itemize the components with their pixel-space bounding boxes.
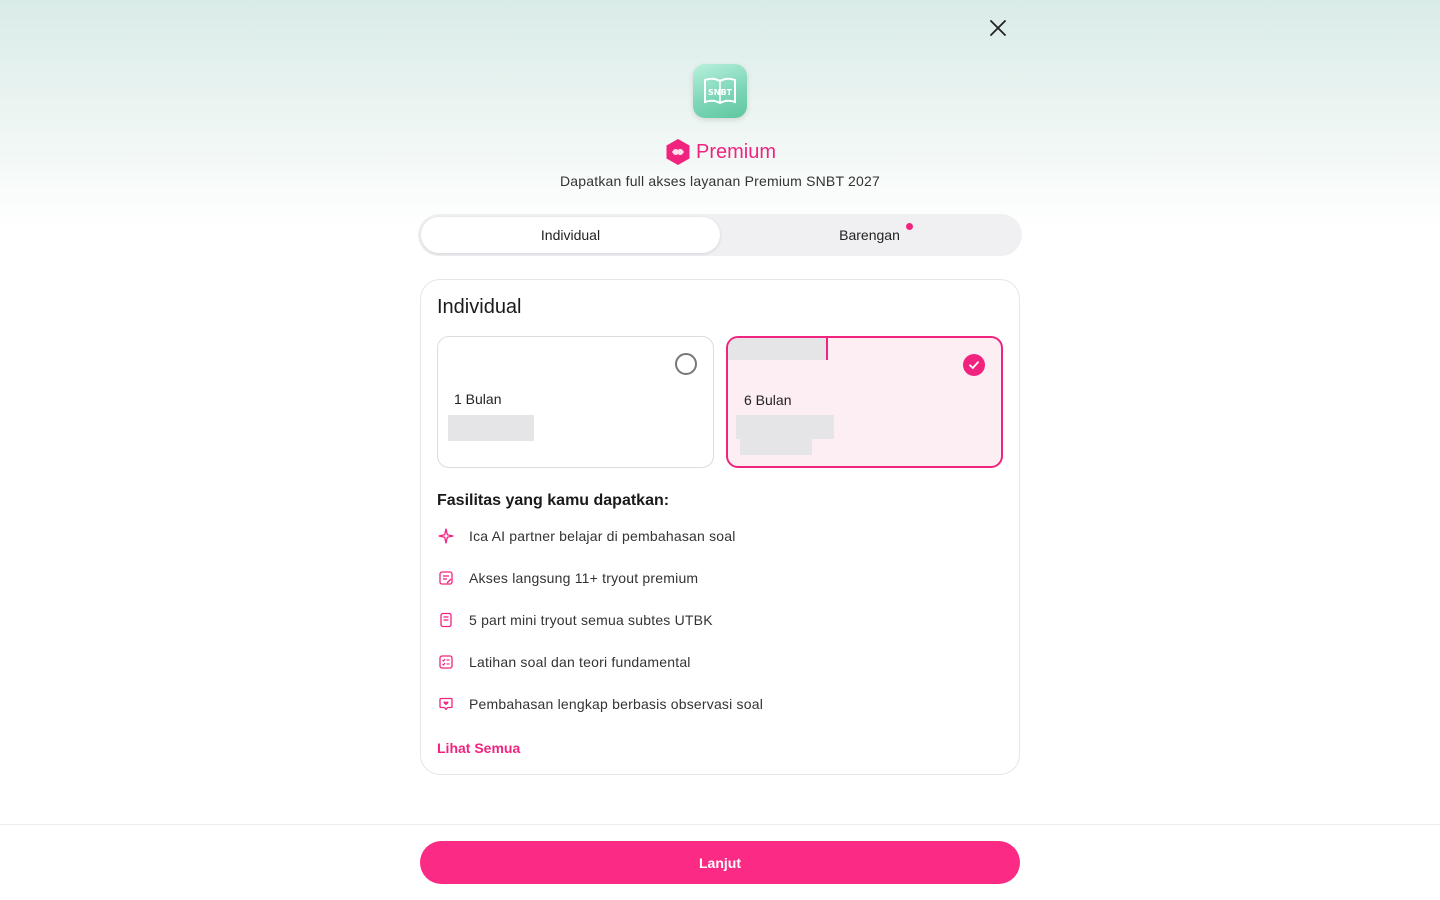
close-icon [990, 20, 1006, 36]
app-logo: SNBT [693, 64, 747, 118]
snbt-book-icon: SNBT [704, 77, 736, 105]
premium-hexagon-icon [666, 139, 690, 165]
notification-dot [906, 223, 913, 230]
feature-item: Akses langsung 11+ tryout premium [437, 566, 698, 590]
card-title: Individual [437, 296, 522, 318]
facilities-title: Fasilitas yang kamu dapatkan: [437, 492, 670, 509]
plan-name: 6 Bulan [744, 392, 792, 408]
checklist-icon [439, 655, 453, 669]
sparkle-icon [438, 528, 454, 544]
price-placeholder [736, 415, 834, 439]
feature-label: Ica AI partner belajar di pembahasan soa… [469, 528, 736, 544]
see-all-link[interactable]: Lihat Semua [437, 740, 520, 756]
premium-heading: Premium [0, 137, 1440, 167]
feature-item: Ica AI partner belajar di pembahasan soa… [437, 524, 736, 548]
note-edit-icon [439, 571, 453, 585]
radio-unchecked[interactable] [675, 353, 697, 375]
logo-text: SNBT [708, 88, 733, 97]
tab-barengan[interactable]: Barengan [720, 217, 1019, 253]
continue-button[interactable]: Lanjut [420, 841, 1020, 884]
feature-item: Pembahasan lengkap berbasis observasi so… [437, 692, 763, 716]
feature-item: 5 part mini tryout semua subtes UTBK [437, 608, 713, 632]
promo-ribbon-placeholder [728, 338, 828, 360]
premium-title: Premium [695, 140, 776, 163]
plan-option-6-bulan[interactable]: 6 Bulan [726, 336, 1003, 468]
tab-label: Individual [540, 227, 601, 243]
page-subtitle: Dapatkan full akses layanan Premium SNBT… [559, 173, 880, 189]
plan-card: Individual 1 Bulan 6 Bulan Fasilitas yan… [420, 279, 1020, 775]
radio-checked[interactable] [963, 354, 985, 376]
plan-type-tabs: Individual Barengan [418, 214, 1022, 256]
footer-divider [0, 824, 1440, 825]
document-icon [440, 612, 452, 628]
tab-individual[interactable]: Individual [421, 217, 720, 253]
plan-name: 1 Bulan [454, 391, 502, 407]
feature-label: Latihan soal dan teori fundamental [469, 654, 691, 670]
check-icon [969, 361, 979, 369]
feature-label: Akses langsung 11+ tryout premium [469, 570, 699, 586]
price-placeholder [448, 415, 534, 441]
feature-item: Latihan soal dan teori fundamental [437, 650, 691, 674]
feature-label: 5 part mini tryout semua subtes UTBK [469, 612, 713, 628]
price-sub-placeholder [740, 439, 812, 455]
close-button[interactable] [984, 14, 1012, 42]
tab-label: Barengan [839, 227, 900, 243]
chat-heart-icon [439, 697, 453, 711]
plan-option-1-bulan[interactable]: 1 Bulan [437, 336, 714, 468]
feature-label: Pembahasan lengkap berbasis observasi so… [469, 696, 764, 712]
